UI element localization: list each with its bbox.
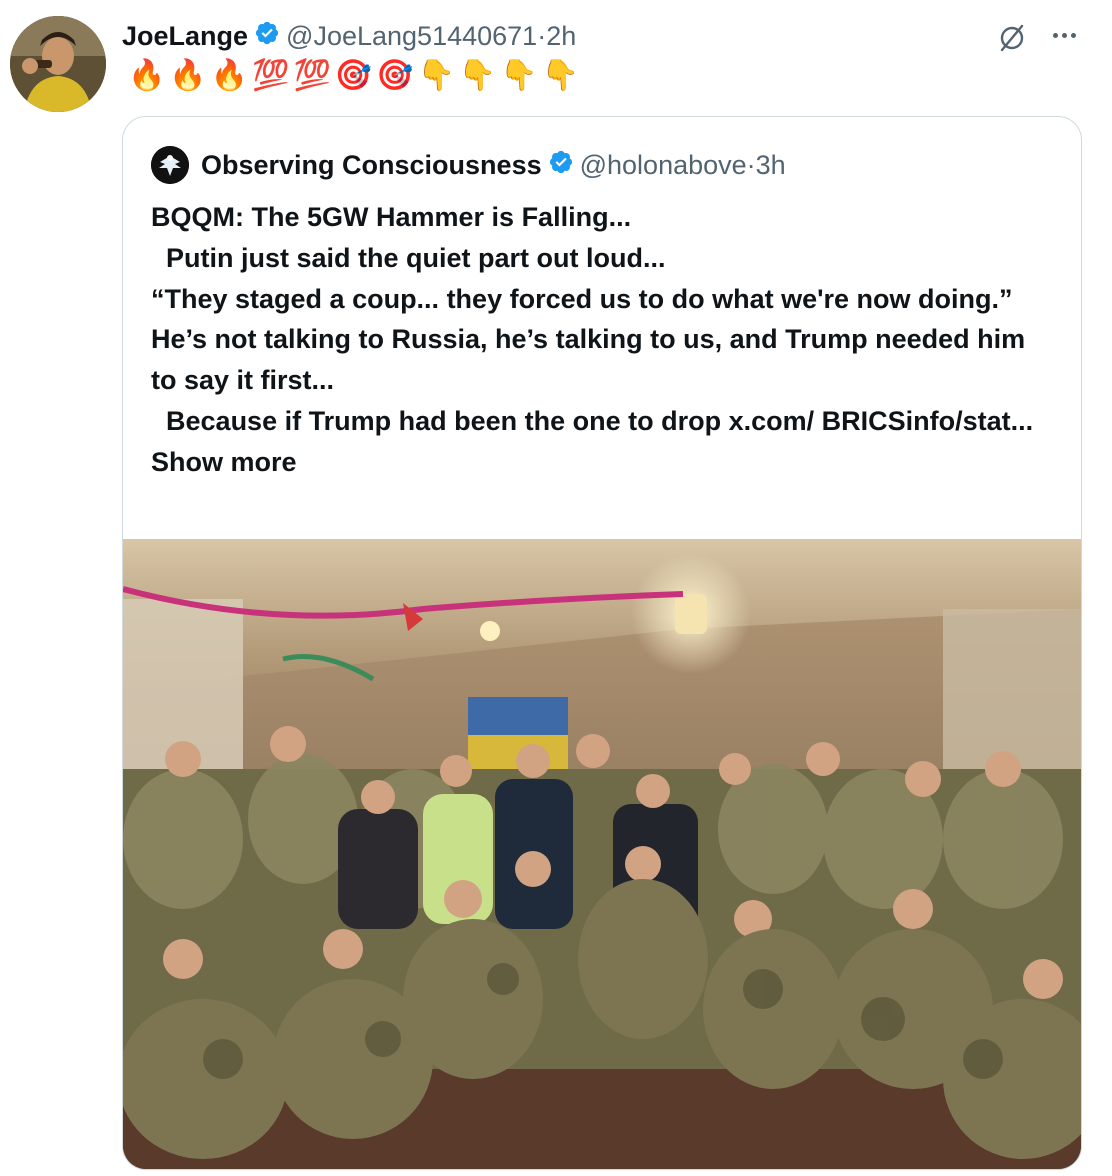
tweet-time[interactable]: 2h [546, 21, 576, 52]
author-avatar[interactable] [10, 16, 106, 112]
separator-dot: · [746, 149, 756, 180]
quoted-tweet-photo[interactable] [123, 539, 1081, 1169]
emoji: 🔥 [210, 58, 249, 93]
text-line-last: Because if Trump had been the one to dro… [151, 401, 1051, 483]
quoted-tweet-header: Observing Consciousness @holonabove · 3h [151, 145, 786, 185]
verified-badge-icon [254, 20, 280, 53]
quoted-tweet-text: BQQM: The 5GW Hammer is Falling... Putin… [151, 197, 1051, 483]
emoji: 💯 [252, 58, 290, 93]
author-handle[interactable]: @JoeLang51440671 [286, 21, 537, 52]
emoji: 🎯 [376, 58, 414, 93]
tweet-text: 🔥 🔥 🔥 💯 💯 🎯 🎯 👇 👇 👇 👇 [128, 56, 579, 96]
emoji: 👇 [500, 58, 538, 93]
verified-badge-icon [548, 149, 574, 182]
emoji: 👇 [458, 58, 497, 93]
text-line: “They staged a coup... they forced us to… [151, 283, 1013, 314]
avatar-image [10, 16, 106, 112]
quoted-author-handle[interactable]: @holonabove [580, 150, 747, 181]
grok-slash-icon[interactable] [996, 22, 1028, 59]
separator-dot: · [537, 20, 547, 51]
more-dots-icon[interactable] [1046, 20, 1082, 50]
quoted-tweet-time[interactable]: 3h [756, 150, 786, 181]
emoji: 👇 [417, 58, 455, 93]
emoji: 🔥 [128, 58, 166, 93]
winged-figure-icon [151, 146, 189, 184]
author-name[interactable]: JoeLange [122, 21, 248, 52]
group-photo-image [123, 539, 1081, 1169]
quoted-author-avatar[interactable] [151, 146, 189, 184]
emoji: 👇 [541, 58, 579, 93]
show-more-link[interactable]: Show more [151, 447, 297, 477]
emoji: 💯 [293, 58, 331, 93]
quoted-tweet[interactable]: Observing Consciousness @holonabove · 3h… [122, 116, 1082, 1170]
text-line: BQQM: The 5GW Hammer is Falling... [151, 202, 632, 232]
text-line-content: Because if Trump had been the one to dro… [151, 405, 1034, 436]
emoji: 🎯 [334, 58, 373, 93]
text-line: Putin just said the quiet part out loud.… [151, 242, 666, 273]
tweet-header: JoeLange @JoeLang51440671 · 2h [122, 16, 576, 56]
text-line: He’s not talking to Russia, he’s talking… [151, 324, 1033, 396]
emoji: 🔥 [169, 58, 207, 93]
quoted-author-name[interactable]: Observing Consciousness [201, 150, 542, 181]
